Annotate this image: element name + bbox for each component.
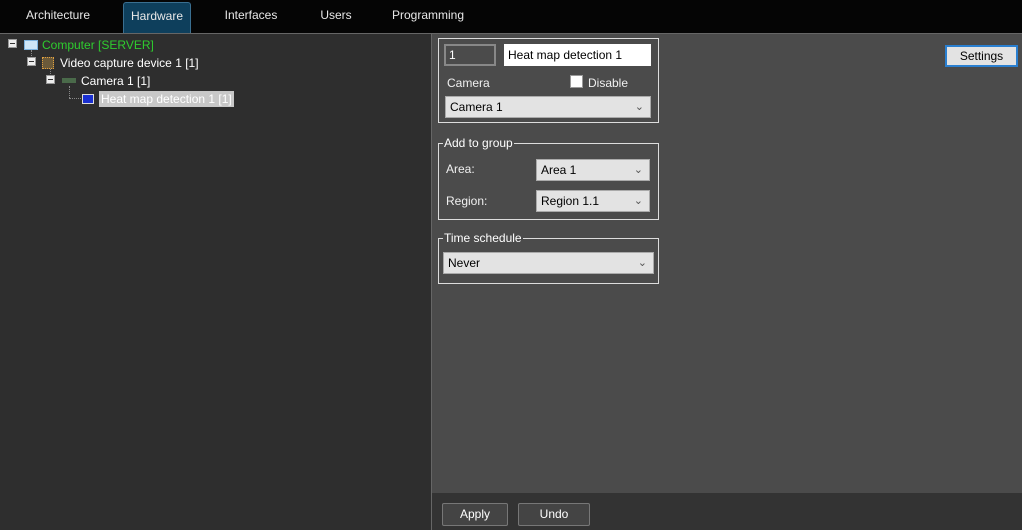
region-select[interactable]: Region 1.1 ⌄	[536, 190, 650, 212]
tab-programming[interactable]: Programming	[385, 2, 471, 33]
chevron-down-icon: ⌄	[637, 257, 647, 269]
camera-icon	[62, 78, 76, 83]
footer-bar: Apply Undo	[432, 493, 1022, 530]
apply-button[interactable]: Apply	[442, 503, 508, 526]
id-field[interactable]: 1	[444, 44, 496, 66]
region-label: Region:	[446, 194, 488, 208]
group-box: Add to group Area: Area 1 ⌄ Region: Regio…	[438, 136, 659, 220]
node-label: Computer [SERVER]	[42, 38, 154, 52]
tab-interfaces[interactable]: Interfaces	[215, 2, 287, 33]
tab-users[interactable]: Users	[310, 2, 362, 33]
disable-checkbox[interactable]	[570, 75, 583, 88]
tree-node-heatmap[interactable]: Heat map detection 1 [1]	[82, 91, 234, 107]
tab-hardware[interactable]: Hardware	[123, 2, 191, 33]
computer-icon	[24, 40, 38, 50]
select-value: Never	[448, 256, 481, 270]
area-select[interactable]: Area 1 ⌄	[536, 159, 650, 181]
undo-button[interactable]: Undo	[518, 503, 590, 526]
schedule-select[interactable]: Never ⌄	[443, 252, 654, 274]
schedule-box: Time schedule Never ⌄	[438, 231, 659, 284]
camera-select[interactable]: Camera 1 ⌄	[445, 96, 651, 118]
group-legend: Add to group	[443, 136, 514, 150]
select-value: Camera 1	[450, 100, 503, 114]
select-value: Area 1	[541, 163, 577, 177]
select-value: Region 1.1	[541, 194, 600, 208]
detector-icon	[82, 94, 94, 104]
tree-node-device[interactable]: Video capture device 1 [1]	[42, 55, 199, 71]
camera-label: Camera	[447, 76, 490, 90]
schedule-legend: Time schedule	[443, 231, 523, 245]
node-label: Camera 1 [1]	[81, 74, 151, 88]
chevron-down-icon: ⌄	[633, 164, 643, 176]
disable-label: Disable	[588, 76, 629, 90]
collapse-toggle[interactable]	[8, 39, 17, 48]
node-label: Heat map detection 1 [1]	[99, 91, 234, 107]
chevron-down-icon: ⌄	[633, 195, 643, 207]
tab-architecture[interactable]: Architecture	[14, 2, 102, 33]
tree-node-camera[interactable]: Camera 1 [1]	[62, 73, 150, 89]
name-field[interactable]: Heat map detection 1	[504, 44, 651, 66]
hardware-tree: Computer [SERVER] Video capture device 1…	[0, 33, 432, 530]
tree-node-computer[interactable]: Computer [SERVER]	[24, 37, 154, 53]
chip-icon	[42, 57, 54, 69]
tab-bar: Architecture Hardware Interfaces Users P…	[0, 0, 1022, 33]
node-label: Video capture device 1 [1]	[60, 56, 199, 70]
settings-panel: 1 Heat map detection 1 Camera Disable Ca…	[432, 33, 1022, 493]
collapse-toggle[interactable]	[27, 57, 36, 66]
chevron-down-icon: ⌄	[634, 101, 644, 113]
settings-button[interactable]: Settings	[945, 45, 1018, 67]
collapse-toggle[interactable]	[46, 75, 55, 84]
object-box: 1 Heat map detection 1 Camera Disable Ca…	[438, 38, 659, 123]
area-label: Area:	[446, 162, 475, 176]
